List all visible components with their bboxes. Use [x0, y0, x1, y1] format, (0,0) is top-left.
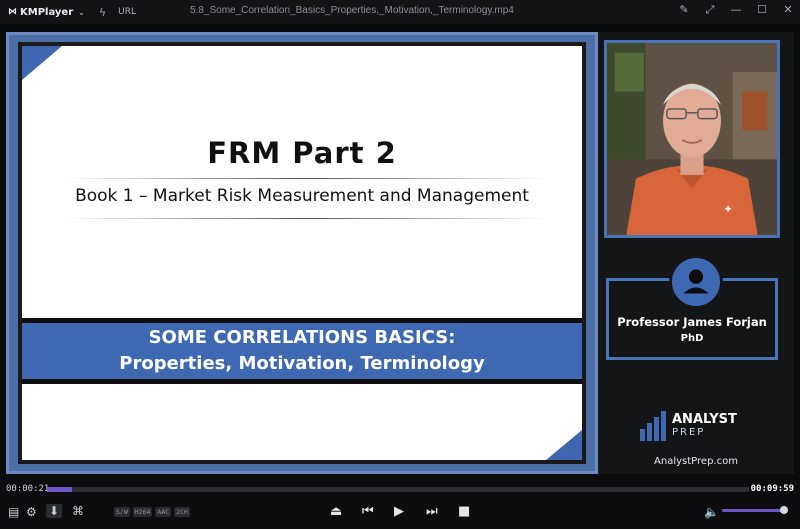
window-controls: ✎ ⤢ — ☐ ✕ — [678, 3, 794, 17]
settings-gear-icon[interactable]: ⚙ — [26, 505, 37, 519]
vr-goggles-icon[interactable]: ⌘ — [72, 504, 84, 518]
slide-frame: FRM Part 2 Book 1 – Market Risk Measurem… — [6, 32, 598, 474]
presenter-webcam: ✚ — [604, 40, 780, 238]
stop-icon[interactable]: ■ — [458, 504, 470, 519]
title-divider — [62, 178, 550, 179]
logo-text-bottom: PREP — [672, 427, 706, 438]
slide-corner-decoration — [546, 430, 582, 460]
url-button[interactable]: URL — [118, 7, 136, 17]
presenter-panel: ✚ Professor James Forjan PhD ANALYST PRE… — [598, 32, 794, 474]
presenter-degree: PhD — [680, 333, 704, 344]
app-menu-button[interactable]: ⋈ KMPlayer ⌄ — [0, 7, 85, 18]
seek-row: 00:00:21 00:09:59 — [0, 481, 800, 497]
compact-mode-icon[interactable]: ⤢ — [704, 3, 716, 17]
title-bar: ⋈ KMPlayer ⌄ ϟ URL 5.8_Some_Correlation_… — [0, 0, 800, 24]
badge-audio-codec[interactable]: AAC — [155, 507, 172, 517]
topic-banner: SOME CORRELATIONS BASICS: Properties, Mo… — [22, 318, 582, 384]
subtitle-divider — [62, 218, 550, 219]
control-bar: ▤ ⚙ ⬇ ⌘ S/W H264 AAC 2CH ⏏ ⏮ ▶ ⏭ ■ 🔈 — [0, 497, 800, 529]
user-icon — [669, 255, 723, 309]
analystprep-logo: ANALYST PREP — [640, 406, 750, 446]
play-icon[interactable]: ▶ — [394, 504, 404, 519]
slide-corner-decoration — [22, 46, 62, 80]
minimize-icon[interactable]: — — [730, 3, 742, 17]
maximize-icon[interactable]: ☐ — [756, 3, 768, 17]
pin-icon[interactable]: ✎ — [678, 3, 690, 17]
badge-decoder[interactable]: S/W — [114, 507, 130, 517]
playlist-icon[interactable]: ▤ — [8, 505, 19, 519]
next-icon[interactable]: ⏭ — [426, 504, 438, 519]
slide: FRM Part 2 Book 1 – Market Risk Measurem… — [18, 42, 586, 464]
topic-line-2: Properties, Motivation, Terminology — [119, 353, 485, 374]
svg-text:✚: ✚ — [725, 205, 732, 214]
volume-slider[interactable] — [722, 509, 786, 512]
badge-video-codec[interactable]: H264 — [132, 507, 153, 517]
topic-line-1: SOME CORRELATIONS BASICS: — [148, 327, 456, 348]
total-time: 00:09:59 — [750, 484, 794, 494]
slide-subtitle: Book 1 – Market Risk Measurement and Man… — [75, 186, 529, 206]
chevron-down-icon: ⌄ — [78, 7, 85, 17]
seek-bar-fill — [47, 487, 72, 492]
bar-chart-logo-icon — [640, 411, 666, 441]
lightning-icon[interactable]: ϟ — [99, 6, 106, 19]
download-icon[interactable]: ⬇ — [46, 504, 63, 518]
slide-title: FRM Part 2 — [207, 136, 397, 170]
current-time: 00:00:21 — [6, 484, 50, 494]
badge-channels[interactable]: 2CH — [174, 507, 190, 517]
volume-icon[interactable]: 🔈 — [704, 505, 719, 519]
presenter-card: Professor James Forjan PhD — [606, 255, 778, 360]
file-title: 5.8_Some_Correlation_Basics_Properties,_… — [190, 5, 514, 16]
seek-bar[interactable] — [47, 487, 749, 492]
presenter-name: Professor James Forjan — [617, 315, 767, 329]
kmplayer-logo-icon: ⋈ — [8, 7, 17, 17]
codec-badges: S/W H264 AAC 2CH — [114, 507, 190, 517]
previous-icon[interactable]: ⏮ — [362, 504, 374, 519]
brand-website: AnalystPrep.com — [654, 456, 738, 467]
presenter-video-image: ✚ — [607, 43, 777, 235]
close-icon[interactable]: ✕ — [782, 3, 794, 17]
eject-icon[interactable]: ⏏ — [330, 504, 342, 519]
app-name: KMPlayer — [20, 6, 74, 18]
volume-knob[interactable] — [780, 506, 788, 514]
logo-text-top: ANALYST — [672, 412, 737, 427]
video-area[interactable]: FRM Part 2 Book 1 – Market Risk Measurem… — [0, 24, 800, 481]
